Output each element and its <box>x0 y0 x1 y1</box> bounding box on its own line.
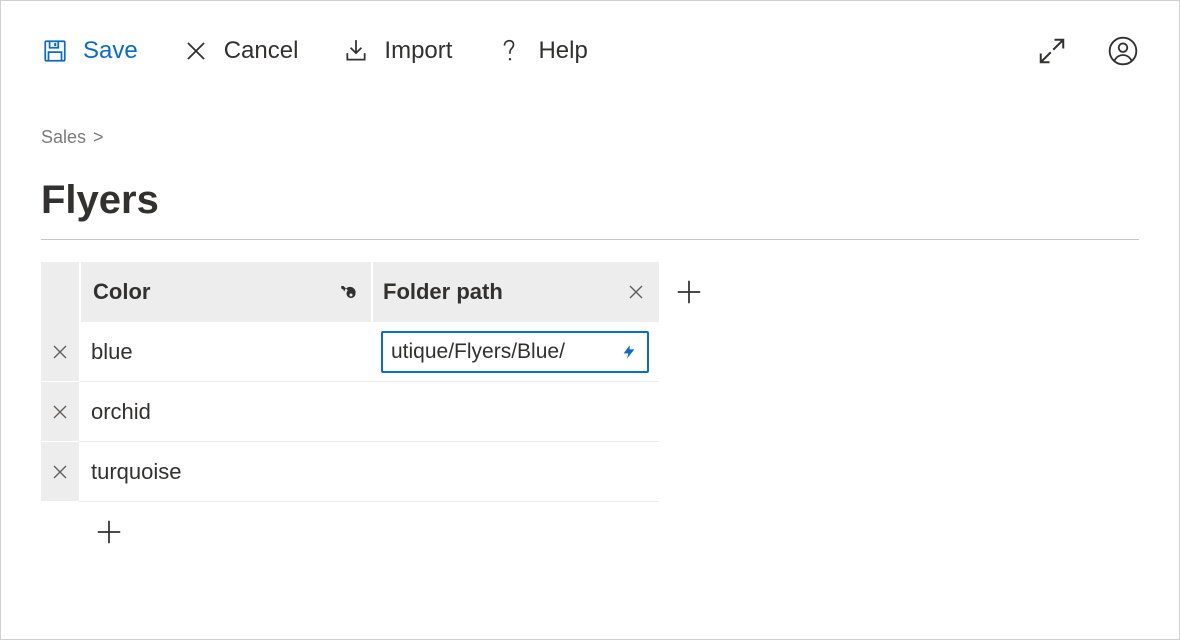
toolbar-left: Save Cancel Import <box>41 37 588 65</box>
key-icon <box>337 281 359 303</box>
save-icon <box>41 37 69 65</box>
add-row <box>41 502 1139 562</box>
cancel-label: Cancel <box>224 37 299 65</box>
breadcrumb-parent[interactable]: Sales <box>41 127 86 147</box>
help-label: Help <box>538 37 587 65</box>
dynamic-content-icon[interactable] <box>621 342 639 362</box>
cell-path[interactable]: utique/Flyers/Blue/ <box>371 322 659 382</box>
save-button[interactable]: Save <box>41 37 138 65</box>
title-divider <box>41 239 1139 240</box>
column-header-path-label: Folder path <box>383 279 503 305</box>
cell-color-value: turquoise <box>91 459 182 485</box>
cell-color[interactable]: blue <box>79 322 371 382</box>
add-column-button[interactable] <box>659 262 719 322</box>
import-button[interactable]: Import <box>342 37 452 65</box>
cell-color[interactable]: turquoise <box>79 442 371 502</box>
expand-icon[interactable] <box>1037 36 1067 66</box>
cell-color[interactable]: orchid <box>79 382 371 442</box>
help-icon <box>496 37 524 65</box>
app-frame: Save Cancel Import <box>0 0 1180 640</box>
table-row: blue utique/Flyers/Blue/ <box>41 322 1139 382</box>
table-header-row: Color Folder path <box>41 262 1139 322</box>
table-row: orchid <box>41 382 1139 442</box>
import-label: Import <box>384 37 452 65</box>
cell-path[interactable] <box>371 382 659 442</box>
cell-path[interactable] <box>371 442 659 502</box>
cell-color-value: orchid <box>91 399 151 425</box>
path-input-value: utique/Flyers/Blue/ <box>391 340 615 364</box>
help-button[interactable]: Help <box>496 37 587 65</box>
cancel-button[interactable]: Cancel <box>182 37 299 65</box>
toolbar: Save Cancel Import <box>41 1 1139 101</box>
page-title: Flyers <box>41 178 1139 223</box>
breadcrumb: Sales > <box>41 127 1139 148</box>
row-actions-header <box>41 262 79 322</box>
user-icon[interactable] <box>1107 35 1139 67</box>
table-row: turquoise <box>41 442 1139 502</box>
breadcrumb-separator: > <box>93 127 104 147</box>
delete-row-button[interactable] <box>41 442 79 502</box>
path-input[interactable]: utique/Flyers/Blue/ <box>381 331 649 373</box>
add-row-button[interactable] <box>79 517 139 547</box>
remove-column-button[interactable] <box>625 281 647 303</box>
delete-row-button[interactable] <box>41 322 79 382</box>
import-icon <box>342 37 370 65</box>
column-header-color-label: Color <box>93 279 150 305</box>
save-label: Save <box>83 37 138 65</box>
toolbar-right <box>1037 35 1139 67</box>
close-icon <box>182 37 210 65</box>
column-header-color[interactable]: Color <box>79 262 371 322</box>
data-table: Color Folder path <box>41 262 1139 562</box>
delete-row-button[interactable] <box>41 382 79 442</box>
column-header-path[interactable]: Folder path <box>371 262 659 322</box>
cell-color-value: blue <box>91 339 133 365</box>
